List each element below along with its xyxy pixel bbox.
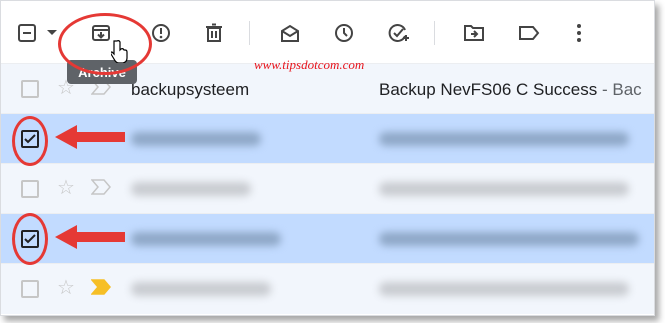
delete-button[interactable] — [196, 15, 232, 51]
row-checkbox[interactable] — [21, 80, 39, 98]
move-to-icon — [464, 25, 484, 41]
blurred-subject — [379, 132, 629, 146]
email-subject: Backup NevFS06 C Success - Bac — [379, 80, 642, 99]
blurred-subject — [379, 182, 629, 196]
importance-marker-icon[interactable] — [91, 279, 111, 295]
more-vert-icon — [577, 24, 581, 42]
select-checkbox-icon — [18, 24, 36, 42]
blurred-subject — [379, 232, 639, 246]
annotation-circle-checkbox — [12, 116, 48, 166]
row-checkbox[interactable] — [21, 280, 39, 298]
snooze-button[interactable] — [326, 15, 362, 51]
hand-cursor-icon — [111, 40, 128, 63]
annotation-arrow-icon — [55, 225, 125, 249]
toolbar-divider — [434, 21, 435, 45]
star-icon[interactable]: ☆ — [57, 178, 75, 198]
blurred-subject — [379, 282, 629, 296]
mark-read-icon — [281, 24, 299, 42]
label-icon — [519, 26, 540, 40]
watermark: www.tipsdotcom.com — [254, 57, 365, 72]
move-to-button[interactable] — [456, 15, 492, 51]
mark-as-read-button[interactable] — [272, 15, 308, 51]
add-task-icon — [388, 24, 409, 42]
email-snippet: - Bac — [597, 80, 642, 99]
delete-icon — [206, 23, 222, 42]
row-checkbox[interactable] — [21, 180, 39, 198]
toolbar-divider — [249, 21, 250, 45]
email-row[interactable]: ☆ — [1, 263, 654, 314]
annotation-circle-checkbox — [12, 213, 48, 265]
report-spam-icon — [152, 24, 170, 42]
labels-button[interactable] — [511, 15, 547, 51]
blurred-sender — [131, 182, 251, 196]
gmail-window: Archive www.tipsdotcom.com ☆ backupsyste… — [0, 0, 655, 316]
blurred-sender — [131, 282, 271, 296]
add-to-tasks-button[interactable] — [381, 15, 417, 51]
annotation-arrow-icon — [55, 125, 125, 149]
snooze-icon — [335, 24, 353, 42]
blurred-sender — [131, 132, 261, 146]
blurred-sender — [131, 232, 281, 246]
email-row[interactable]: ☆ — [1, 163, 654, 214]
select-all-checkbox[interactable] — [13, 15, 41, 51]
email-sender: backupsysteem — [131, 80, 250, 99]
dropdown-caret-icon — [47, 30, 57, 35]
annotation-circle-archive — [58, 13, 152, 75]
importance-marker-icon[interactable] — [91, 179, 111, 195]
star-icon[interactable]: ☆ — [57, 278, 75, 298]
more-options-button[interactable] — [561, 15, 597, 51]
